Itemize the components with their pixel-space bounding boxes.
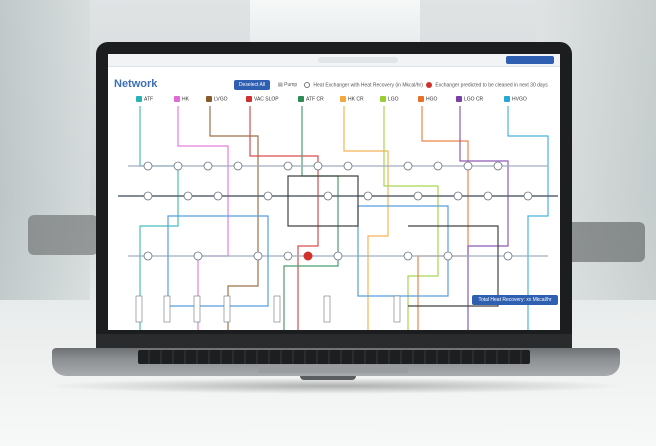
heat-exchanger-node — [253, 251, 263, 261]
stream-line — [139, 106, 179, 330]
heat-exchanger-node — [493, 161, 503, 171]
stream-item[interactable]: HGO — [418, 96, 437, 102]
heat-exchanger-node — [403, 161, 413, 171]
office-scene: Network Deselect All ▤ Pump Heat Exchang… — [0, 0, 656, 446]
vertical-stream-tag — [273, 295, 281, 323]
heat-exchanger-node — [483, 191, 493, 201]
vertical-stream-tag — [193, 295, 201, 323]
vertical-stream-tag — [135, 295, 143, 323]
laptop-hinge — [96, 334, 572, 348]
heat-exchanger-node — [443, 251, 453, 261]
pump-icon: ▤ — [278, 82, 283, 88]
stream-item[interactable]: ATF — [136, 96, 153, 102]
stream-item[interactable]: HK CR — [340, 96, 364, 102]
heat-exchanger-node — [203, 161, 213, 171]
stream-color-swatch-icon — [246, 96, 252, 102]
heat-exchanger-node — [363, 191, 373, 201]
vertical-stream-tag — [393, 295, 401, 323]
stream-line — [287, 175, 359, 227]
stream-item[interactable]: HK — [174, 96, 189, 102]
vertical-stream-tag — [323, 295, 331, 323]
page-title: Network — [114, 78, 158, 90]
stream-line — [167, 215, 269, 307]
stream-item[interactable]: VAC SLOP — [246, 96, 279, 102]
legend-heat-exchanger: Heat Exchanger with Heat Recovery (in Mk… — [304, 82, 423, 88]
heat-exchanger-node — [283, 161, 293, 171]
heat-exchanger-node — [453, 191, 463, 201]
laptop-notch — [300, 376, 356, 380]
stream-line — [177, 106, 229, 330]
heat-exchanger-icon — [304, 82, 310, 88]
heat-exchanger-node — [413, 191, 423, 201]
heat-exchanger-node — [193, 251, 203, 261]
stream-item[interactable]: LVGO — [206, 96, 228, 102]
stream-line — [357, 205, 449, 297]
heat-exchanger-node — [313, 161, 323, 171]
stream-color-swatch-icon — [136, 96, 142, 102]
heat-exchanger-node — [143, 161, 153, 171]
heat-exchanger-node — [333, 251, 343, 261]
alert-exchanger-node — [303, 251, 313, 261]
heat-exchanger-node — [233, 161, 243, 171]
heat-exchanger-node — [403, 251, 413, 261]
heat-exchanger-node — [323, 191, 333, 201]
heat-exchanger-node — [143, 191, 153, 201]
alert-dot-icon — [426, 82, 432, 88]
search-input[interactable] — [318, 57, 398, 63]
stream-color-swatch-icon — [174, 96, 180, 102]
heat-exchanger-node — [463, 161, 473, 171]
vertical-stream-tag — [223, 295, 231, 323]
heat-exchanger-node — [143, 251, 153, 261]
background-wall-left — [0, 0, 90, 300]
stream-color-swatch-icon — [504, 96, 510, 102]
topbar-button[interactable] — [506, 56, 554, 64]
heat-exchanger-node — [523, 191, 533, 201]
stream-color-swatch-icon — [380, 96, 386, 102]
background-chair-right — [565, 222, 645, 262]
stream-color-swatch-icon — [456, 96, 462, 102]
laptop-shadow — [40, 378, 630, 394]
stream-color-swatch-icon — [206, 96, 212, 102]
stream-color-swatch-icon — [298, 96, 304, 102]
heat-exchanger-node — [503, 251, 513, 261]
app-topbar — [108, 54, 560, 67]
laptop-trackpad — [258, 365, 408, 373]
total-heat-recovery-button[interactable]: Total Heat Recovery: xx Mkcal/hr — [472, 295, 558, 305]
heat-exchanger-node — [283, 251, 293, 261]
legend-exchanger-cleaning: Exchanger predicted to be cleaned in nex… — [426, 82, 548, 88]
laptop-screen: Network Deselect All ▤ Pump Heat Exchang… — [108, 54, 560, 330]
stream-item[interactable]: LGO CR — [456, 96, 483, 102]
stream-line — [209, 106, 259, 330]
heat-exchanger-node — [183, 191, 193, 201]
stream-color-swatch-icon — [340, 96, 346, 102]
stream-line — [408, 225, 499, 307]
heat-exchanger-node — [173, 161, 183, 171]
heat-exchanger-node — [343, 161, 353, 171]
vertical-stream-tag — [163, 295, 171, 323]
laptop-keyboard — [138, 350, 530, 364]
stream-item[interactable]: HVGO — [504, 96, 527, 102]
heat-exchanger-node — [213, 191, 223, 201]
stream-color-swatch-icon — [418, 96, 424, 102]
deselect-all-button[interactable]: Deselect All — [234, 80, 270, 90]
background-chair-left — [28, 215, 98, 255]
heat-exchanger-node — [433, 161, 443, 171]
stream-item[interactable]: LGO — [380, 96, 399, 102]
heat-exchanger-node — [263, 191, 273, 201]
stream-item[interactable]: ATF CR — [298, 96, 324, 102]
legend-pump: ▤ Pump — [278, 82, 298, 88]
